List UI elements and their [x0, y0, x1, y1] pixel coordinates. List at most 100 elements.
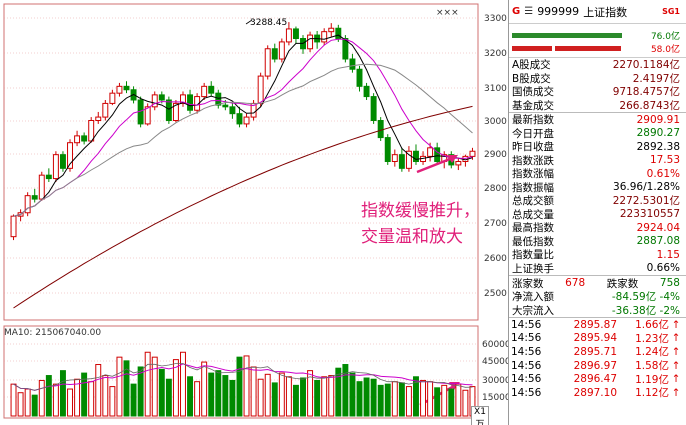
- quote-row: 指数涨跌 17.53: [509, 154, 686, 168]
- candle-body: [102, 102, 109, 118]
- candle-body: [356, 68, 363, 87]
- quote-row: 总成交量 223310557: [509, 208, 686, 222]
- tick-row[interactable]: 14:56 2896.97 1.58亿 ↑: [509, 359, 686, 373]
- index-code: 999999: [537, 5, 580, 18]
- quote-row: 最低指数 2887.08: [509, 235, 686, 249]
- volume-bar: [349, 372, 356, 417]
- candle-body: [384, 137, 391, 162]
- volume-bar: [31, 394, 38, 417]
- turnover-row: B股成交 2.4197亿: [509, 72, 686, 86]
- candle-body: [257, 75, 264, 104]
- candle-body: [271, 48, 278, 60]
- menu-icon[interactable]: ☰: [524, 6, 533, 17]
- candle-body: [413, 150, 419, 162]
- quote-row-value: 2924.04: [636, 221, 680, 234]
- tick-time: 14:56: [511, 373, 542, 386]
- volume-bar: [130, 383, 137, 417]
- panel-header: G ☰ 999999 上证指数 SG1: [509, 0, 686, 24]
- volume-bar: [300, 377, 306, 417]
- volume-bar: [215, 370, 222, 417]
- candle-body: [215, 92, 222, 106]
- turnover-row: A股成交 2270.1184亿: [509, 58, 686, 72]
- tick-price: 2896.97: [573, 359, 617, 372]
- candle-body: [335, 27, 342, 39]
- down-count: 758: [659, 277, 680, 289]
- down-label: 跌家数: [606, 277, 639, 290]
- candle-body: [349, 58, 356, 70]
- quote-row: 最高指数 2924.04: [509, 221, 686, 235]
- candle-body: [264, 48, 271, 77]
- volume-bar: [321, 376, 328, 417]
- volume-bar: [180, 351, 186, 417]
- quote-row: 上证换手 0.66%: [509, 262, 686, 276]
- candle-body: [201, 85, 208, 98]
- volume-bar: [158, 368, 165, 417]
- volume-bar: [222, 375, 229, 417]
- volume-bar: [363, 377, 370, 417]
- candle-body: [427, 147, 434, 157]
- quote-row-value: 36.96/1.28%: [613, 181, 680, 194]
- quote-row-value: 223310557: [619, 208, 680, 221]
- quote-row-value: 0.66%: [646, 262, 680, 275]
- volume-bar: [38, 379, 45, 417]
- tick-price: 2895.71: [573, 345, 617, 358]
- volume-bar: [52, 383, 59, 417]
- annotation-line-2: 交量温和放大: [361, 227, 463, 247]
- tick-row[interactable]: 14:56 2895.71 1.24亿 ↑: [509, 345, 686, 359]
- volume-tick-label: 15000: [482, 393, 510, 403]
- tick-row[interactable]: 14:56 2895.94 1.23亿 ↑: [509, 332, 686, 346]
- volume-bar: [292, 384, 299, 417]
- quote-panel: G ☰ 999999 上证指数 SG1 76.0亿 58.0亿 A股成交 2270…: [508, 0, 686, 425]
- candle-body: [469, 150, 476, 157]
- price-tick-label: 2900: [484, 150, 507, 160]
- sell-bar-value: 58.0亿: [650, 45, 680, 55]
- volume-bar: [462, 389, 469, 417]
- candle-body: [455, 161, 462, 166]
- candle-body: [52, 154, 59, 180]
- volume-ma10-label: MA10: 215067040.00: [4, 328, 102, 338]
- volume-tick-label: 60000: [482, 340, 510, 350]
- candle-body: [187, 94, 194, 111]
- g-icon[interactable]: G: [512, 6, 520, 17]
- quote-row-value: 0.61%: [646, 167, 680, 180]
- index-tag: SG1: [662, 7, 680, 16]
- tick-time: 14:56: [511, 345, 542, 358]
- quote-row: 最新指数 2909.91: [509, 113, 686, 127]
- volume-bar: [116, 356, 123, 417]
- volume-bar: [250, 366, 257, 417]
- candle-body: [222, 104, 229, 108]
- tick-row[interactable]: 14:56 2897.10 1.12亿 ↑: [509, 386, 686, 400]
- price-tick-label: 2800: [484, 184, 507, 194]
- turnover-row-label: 基金成交: [512, 99, 554, 112]
- ma-line: [13, 34, 473, 217]
- candle-body: [229, 106, 236, 115]
- window-control-icons[interactable]: ×××: [436, 8, 459, 18]
- tick-list[interactable]: 14:56 2895.87 1.66亿 ↑ 14:56 2895.94 1.23亿 ↑ 14:5…: [509, 318, 686, 400]
- volume-tick-label: 30000: [482, 376, 510, 386]
- candle-body: [370, 96, 377, 122]
- volume-bar: [208, 372, 215, 417]
- tick-price: 2897.10: [573, 386, 617, 399]
- volume-bar: [67, 388, 73, 417]
- tick-row[interactable]: 14:56 2895.87 1.66亿 ↑: [509, 318, 686, 332]
- tick-row[interactable]: 14:56 2896.47 1.19亿 ↑: [509, 372, 686, 386]
- quote-row-value: 2890.27: [636, 127, 680, 140]
- price-tick-label: 3200: [484, 49, 507, 59]
- volume-unit-label: X1万: [471, 406, 489, 425]
- volume-bar: [384, 383, 391, 417]
- volume-bar: [229, 379, 236, 417]
- volume-bar: [314, 379, 321, 417]
- flow-stats: 净流入额 -84.59亿 -4% 大宗流入 -36.38亿 -2%: [509, 290, 686, 317]
- volume-bar: [271, 382, 278, 417]
- volume-bar: [45, 375, 52, 417]
- candle-body: [398, 154, 405, 169]
- candle-body: [307, 34, 314, 50]
- turnover-row-value: 266.8743亿: [619, 99, 680, 112]
- volume-bar: [420, 379, 427, 417]
- flow-row: 大宗流入 -36.38亿 -2%: [509, 304, 686, 318]
- volume-bar: [335, 367, 342, 417]
- sell-bar-2: [555, 46, 621, 51]
- candle-body: [109, 92, 116, 104]
- volume-bar: [17, 392, 24, 417]
- candle-body: [10, 215, 17, 238]
